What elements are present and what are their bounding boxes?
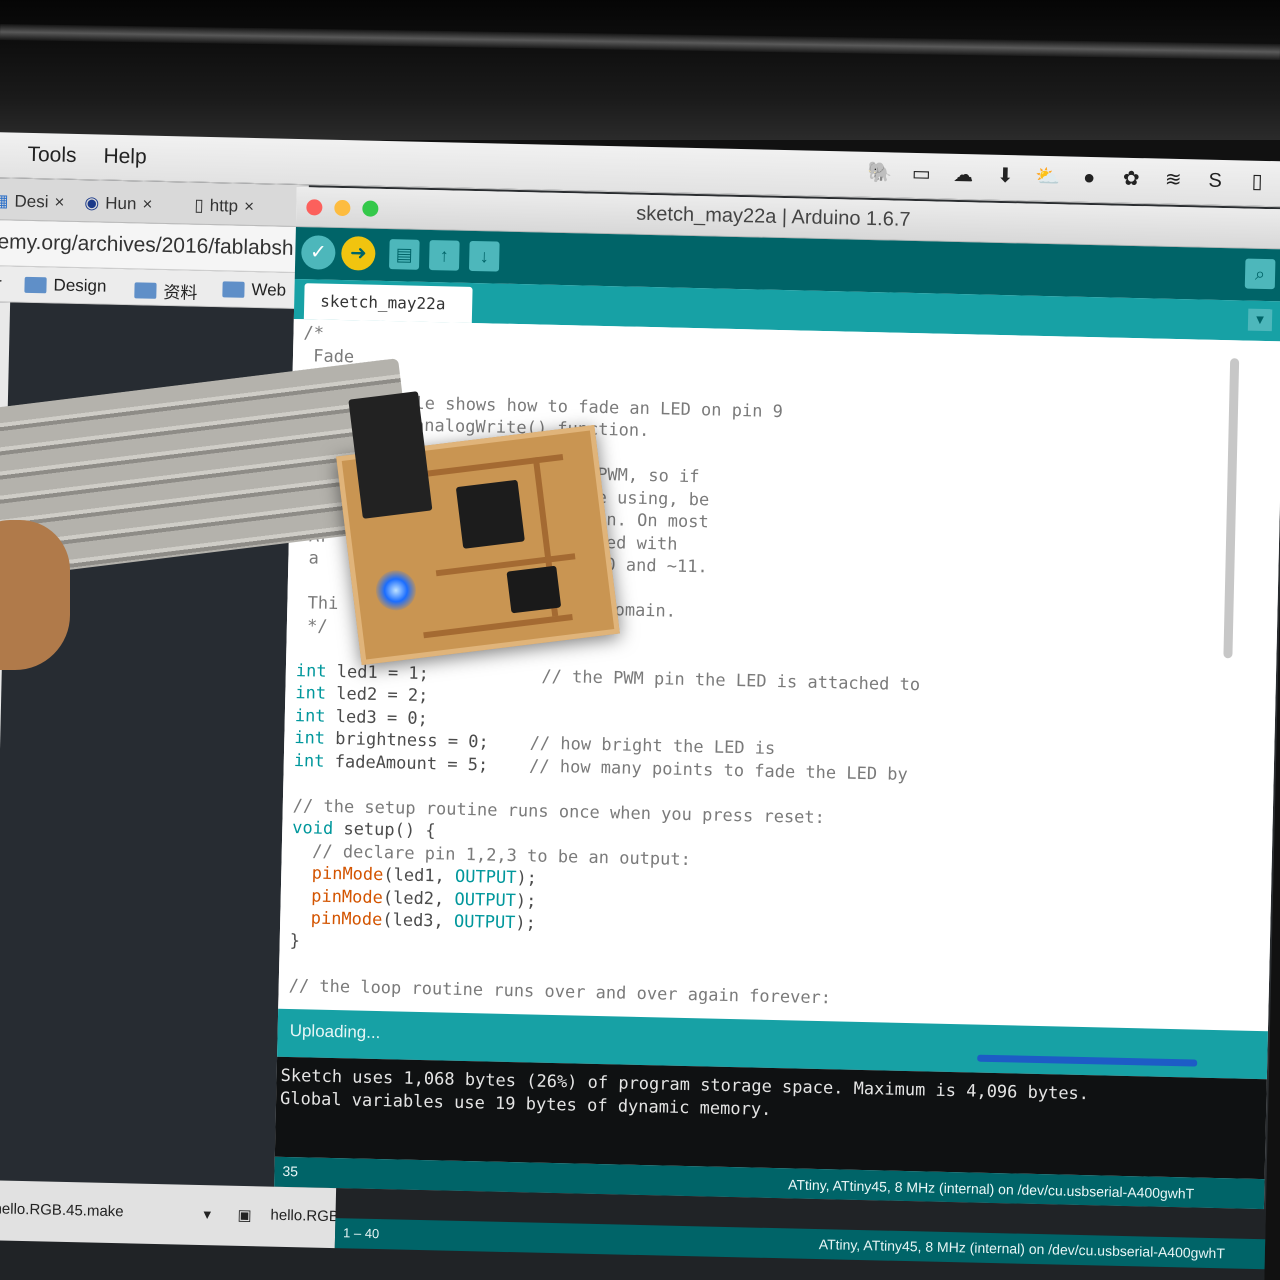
upload-progress-bar [977, 1054, 1198, 1067]
file-icon: ▣ [237, 1206, 252, 1225]
browser-tab-2[interactable]: ◉ Hun × [84, 188, 153, 220]
save-sketch-button[interactable]: ↓ [468, 240, 500, 272]
code-line: void setup() { [292, 818, 436, 842]
fab-pcb-board [336, 391, 620, 666]
code-line: pinMode(led1, OUTPUT); [311, 863, 538, 889]
tab-title: Desi [14, 191, 49, 212]
menu-tools[interactable]: Tools [27, 143, 77, 168]
file-bar: hello.RGB.45.make ▾ ▣ hello.RGB [0, 1179, 339, 1249]
zoom-window-button[interactable] [362, 200, 379, 217]
upload-button[interactable]: ➜ [340, 236, 376, 271]
code-line: int led2 = 2; [295, 683, 429, 707]
blue-led-glow [373, 568, 419, 613]
browser-tab-1[interactable]: ▦ Desi × [0, 186, 65, 218]
close-tab-icon[interactable]: × [54, 192, 64, 212]
wechat-icon[interactable]: ✿ [1119, 168, 1143, 191]
monitor-screen: Tools Help 🐘 ▭ ☁ ⬇ ⛅ ● ✿ ≋ S ▯ ▦ Desi × … [0, 132, 1280, 1280]
download-icon[interactable]: ⬇ [993, 165, 1017, 188]
serial-monitor-icon[interactable]: ⌕ [1244, 258, 1276, 290]
code-line: pinMode(led3, OUTPUT); [310, 908, 537, 934]
tab-favicon-icon: ◉ [84, 193, 100, 213]
folder-icon [24, 276, 47, 294]
status-tray: 🐘 ▭ ☁ ⬇ ⛅ ● ✿ ≋ S ▯ [867, 162, 1269, 197]
rgb-led-package [506, 565, 562, 614]
bookmark-label: er [0, 274, 2, 294]
code-line: int led3 = 0; [294, 705, 429, 729]
qq-icon[interactable]: ● [1077, 167, 1101, 190]
attiny-chip [455, 479, 525, 549]
tab-menu-chevron-down-icon[interactable]: ▼ [1247, 308, 1273, 332]
file-name-2[interactable]: hello.RGB [270, 1207, 339, 1226]
app-s-icon[interactable]: S [1203, 170, 1227, 193]
folder-icon [134, 281, 157, 299]
airplay-icon[interactable]: ▭ [909, 163, 933, 186]
bookmark-label: 资料 [163, 282, 198, 303]
menu-help[interactable]: Help [103, 145, 147, 170]
bookmark-item[interactable]: er [0, 274, 2, 294]
page-icon: ▯ [194, 195, 204, 215]
tab-sketch[interactable]: sketch_may22a [303, 283, 473, 323]
monitor-bezel [0, 0, 1280, 140]
code-editor[interactable]: /* Fade This example shows how to fade a… [278, 318, 1280, 1032]
current-line-number: 35 [282, 1162, 299, 1180]
bookmark-label: Design [53, 275, 107, 296]
tab-title: http [209, 196, 239, 216]
pin-header [348, 391, 433, 519]
battery-icon[interactable]: ▯ [1245, 170, 1269, 193]
status-text: Uploading... [289, 1021, 381, 1043]
code-line: int fadeAmount = 5; // how many points t… [293, 750, 909, 785]
bookmark-folder-ziliao[interactable]: 资料 [134, 277, 198, 303]
close-tab-icon[interactable]: × [142, 194, 152, 214]
browser-tabbar: ▦ Desi × ◉ Hun × ▯ http × [0, 177, 309, 228]
tab-favicon-icon: ▦ [0, 191, 9, 211]
browser-tab-3[interactable]: ▯ http × [194, 191, 254, 222]
line-range: 1 – 40 [342, 1225, 380, 1242]
second-arduino-footer: 1 – 40 ATtiny, ATtiny45, 8 MHz (internal… [334, 1218, 1266, 1270]
close-window-button[interactable] [306, 199, 323, 216]
code-line: } [289, 930, 301, 951]
open-sketch-button[interactable]: ↑ [428, 240, 460, 271]
tab-title: Hun [105, 193, 137, 214]
address-bar[interactable]: emy.org/archives/2016/fablabsh [0, 219, 308, 274]
board-port-info-2: ATtiny, ATtiny45, 8 MHz (internal) on /d… [818, 1236, 1226, 1262]
code-line: /* [303, 323, 325, 344]
board-port-info: ATtiny, ATtiny45, 8 MHz (internal) on /d… [787, 1176, 1195, 1202]
code-line: pinMode(led2, OUTPUT); [311, 885, 537, 912]
pcb-trace [423, 614, 573, 639]
bookmark-folder-design[interactable]: Design [24, 275, 107, 297]
dropdown-chevron-icon[interactable]: ▾ [203, 1205, 211, 1223]
window-title: sketch_may22a | Arduino 1.6.7 [636, 202, 911, 231]
bookmark-folder-web[interactable]: Web [222, 279, 286, 300]
cloud-icon[interactable]: ☁ [951, 164, 975, 187]
sync-cloud-icon[interactable]: ⛅ [1035, 166, 1060, 189]
code-line: */ [296, 615, 328, 637]
browser-window: ▦ Desi × ◉ Hun × ▯ http × emy.org/archiv… [0, 177, 309, 1280]
minimize-window-button[interactable] [334, 199, 351, 217]
bookmark-label: Web [251, 279, 287, 300]
file-name[interactable]: hello.RGB.45.make [0, 1200, 124, 1220]
arduino-window: sketch_may22a | Arduino 1.6.7 ✓ ➜ ▤ ↑ ↓ … [274, 186, 1280, 1210]
new-sketch-button[interactable]: ▤ [388, 239, 420, 270]
folder-icon [222, 281, 245, 298]
verify-button[interactable]: ✓ [300, 235, 336, 270]
code-line: // the loop routine runs over and over a… [288, 975, 832, 1008]
wifi-icon[interactable]: ≋ [1161, 169, 1185, 192]
evernote-icon[interactable]: 🐘 [867, 162, 892, 185]
close-tab-icon[interactable]: × [244, 197, 254, 217]
